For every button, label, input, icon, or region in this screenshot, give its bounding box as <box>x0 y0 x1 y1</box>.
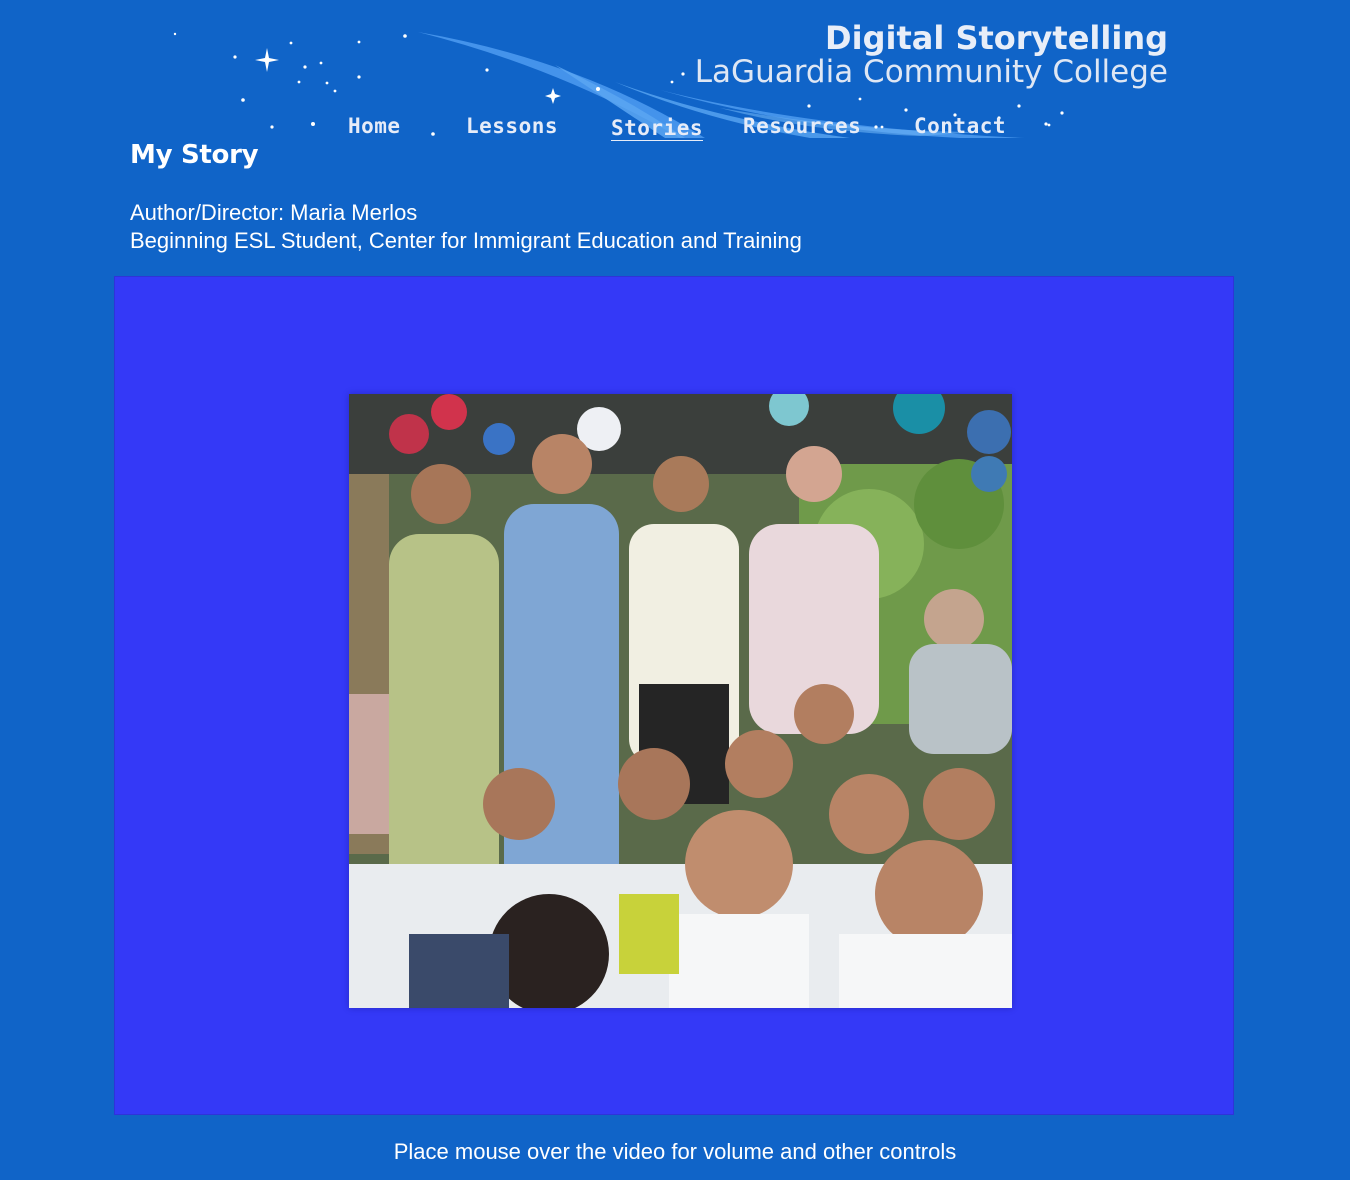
video-player[interactable] <box>114 276 1234 1115</box>
nav-contact-link[interactable]: Contact <box>914 114 1006 138</box>
nav-resources-link[interactable]: Resources <box>743 114 861 138</box>
video-instructions: Place mouse over the video for volume an… <box>393 1139 957 1164</box>
nav-home-link[interactable]: Home <box>348 114 401 138</box>
site-title-main: Digital Storytelling <box>825 19 1168 57</box>
site-title-institution: LaGuardia Community College <box>694 54 1168 90</box>
page-title: My Story <box>130 140 259 170</box>
nav-lessons-link[interactable]: Lessons <box>466 114 558 138</box>
story-author: Author/Director: Maria Merlos <box>130 200 418 225</box>
classroom-photo <box>349 394 1012 1008</box>
story-credits: Author/Director: Maria Merlos Beginning … <box>130 199 802 255</box>
site-title: Digital Storytelling LaGuardia Community… <box>695 22 1168 88</box>
video-still-frame[interactable] <box>349 394 1012 1008</box>
nav-stories-link[interactable]: Stories <box>611 116 704 141</box>
main-nav: Home Lessons Stories Resources Contact <box>160 114 1190 142</box>
story-affiliation: Beginning ESL Student, Center for Immigr… <box>130 228 802 253</box>
site-banner: Digital Storytelling LaGuardia Community… <box>160 20 1190 142</box>
